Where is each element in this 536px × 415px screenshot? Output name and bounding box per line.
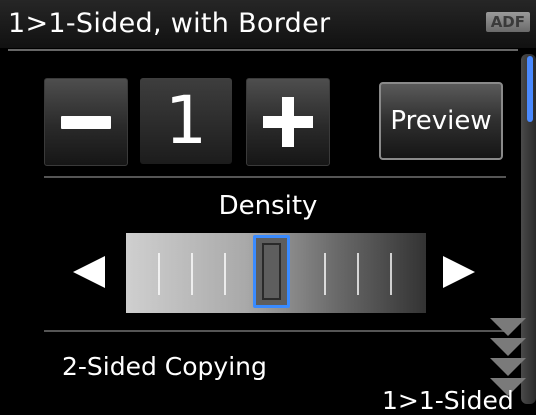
- divider: [44, 330, 506, 332]
- density-slider[interactable]: [126, 233, 426, 313]
- density-tick: [390, 253, 392, 295]
- copies-count: 1: [140, 78, 232, 164]
- density-tick: [158, 253, 160, 295]
- increase-copies-button[interactable]: [246, 78, 330, 166]
- scrollbar-thumb[interactable]: [527, 56, 533, 122]
- density-tick: [357, 253, 359, 295]
- density-tick: [324, 253, 326, 295]
- setting-label-2-sided-copying[interactable]: 2-Sided Copying: [62, 352, 267, 381]
- density-increase-arrow-icon[interactable]: [443, 256, 475, 288]
- density-label: Density: [218, 191, 318, 221]
- preview-button[interactable]: Preview: [379, 82, 503, 160]
- page-title: 1>1-Sided, with Border: [8, 8, 331, 39]
- density-slider-thumb[interactable]: [253, 235, 290, 308]
- adf-badge: ADF: [485, 12, 530, 32]
- density-tick: [191, 253, 193, 295]
- minus-icon: [61, 116, 111, 129]
- setting-value-2-sided-copying[interactable]: 1>1-Sided: [382, 386, 514, 415]
- decrease-copies-button[interactable]: [44, 78, 128, 166]
- header-bar: 1>1-Sided, with Border ADF: [0, 0, 536, 48]
- header-divider: [8, 49, 518, 51]
- divider: [44, 176, 506, 178]
- density-decrease-arrow-icon[interactable]: [73, 256, 105, 288]
- density-tick: [224, 253, 226, 295]
